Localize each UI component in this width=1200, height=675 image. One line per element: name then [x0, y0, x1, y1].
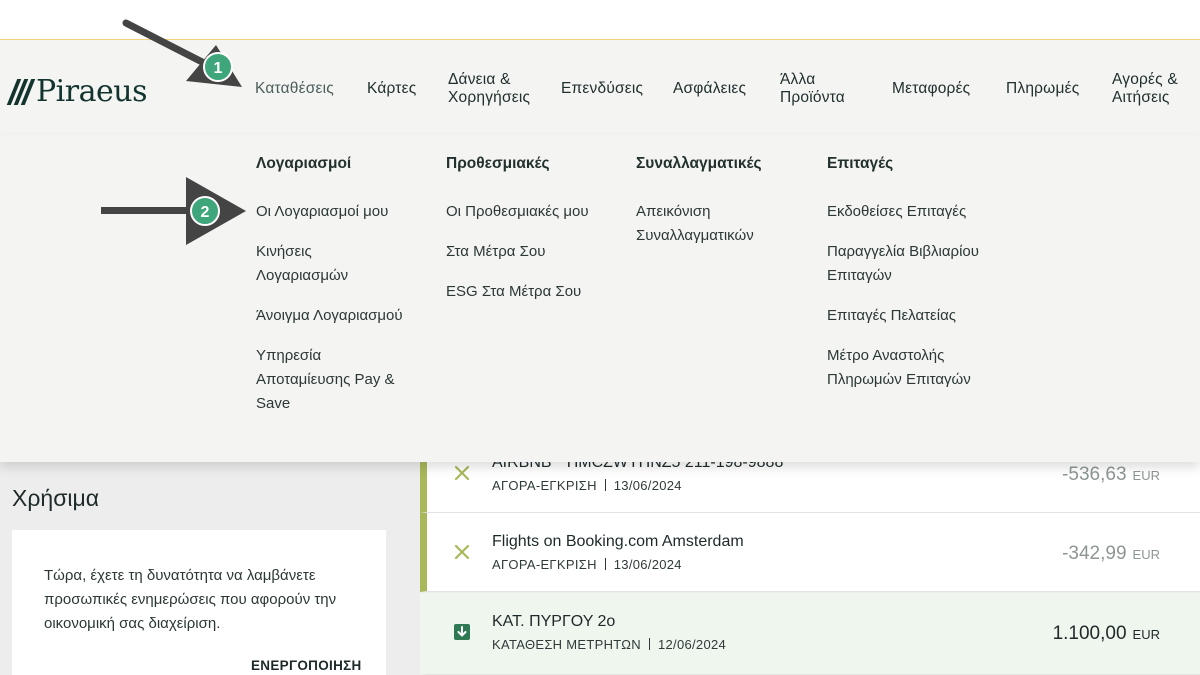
amount-value: 1.100,00	[1052, 623, 1127, 644]
useful-section-title: Χρήσιμα	[12, 485, 100, 511]
transaction-type: ΑΓΟΡΑ-ΕΓΚΡΙΣΗ	[492, 478, 597, 493]
menu-link-account-movements[interactable]: Κινήσεις Λογαριασμών	[256, 240, 376, 288]
nav-item-deposits[interactable]: Καταθέσεις	[255, 80, 334, 98]
annotation-arrow-1	[122, 19, 242, 87]
personal-updates-card: Τώρα, έχετε τη δυνατότητα να λαμβάνετε π…	[12, 530, 386, 675]
amount-currency: EUR	[1132, 547, 1160, 562]
nav-item-investments[interactable]: Επενδύσεις	[561, 80, 643, 98]
deposit-icon	[454, 624, 470, 640]
menu-link-my-time-deposits[interactable]: Οι Προθεσμιακές μου	[446, 200, 626, 224]
menu-link-customer-cheques[interactable]: Επιταγές Πελατείας	[827, 304, 1027, 328]
menu-column-bills: Συναλλαγματικές Απεικόνιση Συναλλαγματικ…	[636, 155, 816, 264]
menu-heading-time-deposits: Προθεσμιακές	[446, 155, 550, 172]
fork-knife-icon	[454, 465, 470, 481]
menu-column-time-deposits: Προθεσμιακές Οι Προθεσμιακές μου Στα Μέτ…	[446, 155, 626, 320]
menu-heading-accounts: Λογαριασμοί	[256, 155, 352, 172]
step-1-badge: 1	[203, 52, 233, 82]
personal-updates-text: Τώρα, έχετε τη δυνατότητα να λαμβάνετε π…	[44, 567, 337, 632]
transaction-amount: 1.100,00 EUR	[1053, 623, 1160, 645]
amount-currency: EUR	[1132, 468, 1160, 483]
transaction-row[interactable]: ΚΑΤ. ΠΥΡΓΟΥ 2ο ΚΑΤΑΘΕΣΗ ΜΕΤΡΗΤΩΝ 12/06/20…	[420, 593, 1200, 675]
transaction-type: ΚΑΤΑΘΕΣΗ ΜΕΤΡΗΤΩΝ	[492, 637, 641, 652]
menu-link-tailored[interactable]: Στα Μέτρα Σου	[446, 240, 626, 264]
menu-link-esg-tailored[interactable]: ESG Στα Μέτρα Σου	[446, 280, 626, 304]
annotation-arrow-2	[101, 177, 246, 245]
fork-knife-icon	[454, 544, 470, 560]
nav-item-purchases-applications[interactable]: Αγορές & Αιτήσεις	[1112, 71, 1192, 107]
transaction-amount: -342,99 EUR	[1062, 543, 1160, 565]
menu-link-issued-cheques[interactable]: Εκδοθείσες Επιταγές	[827, 200, 1027, 224]
activate-button[interactable]: ΕΝΕΡΓΟΠΟΙΗΣΗ	[251, 658, 362, 673]
nav-item-cards[interactable]: Κάρτες	[367, 80, 416, 98]
menu-link-cheque-suspension[interactable]: Μέτρο Αναστολής Πληρωμών Επιταγών	[827, 344, 997, 392]
amount-value: -536,63	[1062, 464, 1127, 485]
menu-heading-bills: Συναλλαγματικές	[636, 155, 762, 172]
transaction-date: 12/06/2024	[657, 637, 727, 652]
menu-link-open-account[interactable]: Άνοιγμα Λογαριασμού	[256, 304, 436, 328]
nav-item-transfers[interactable]: Μεταφορές	[892, 80, 970, 98]
menu-link-my-accounts[interactable]: Οι Λογαριασμοί μου	[256, 200, 436, 224]
amount-value: -342,99	[1062, 543, 1127, 564]
transaction-title: ΚΑΤ. ΠΥΡΓΟΥ 2ο	[492, 613, 616, 630]
menu-heading-cheques: Επιταγές	[827, 155, 894, 172]
nav-item-insurance[interactable]: Ασφάλειες	[673, 80, 746, 98]
transaction-meta: ΚΑΤΑΘΕΣΗ ΜΕΤΡΗΤΩΝ 12/06/2024	[492, 637, 726, 652]
transaction-date: 13/06/2024	[613, 478, 682, 493]
nav-item-payments[interactable]: Πληρωμές	[1006, 80, 1079, 98]
menu-link-view-bills[interactable]: Απεικόνιση Συναλλαγματικών	[636, 200, 786, 248]
nav-item-other-products[interactable]: Άλλα Προϊόντα	[780, 71, 860, 107]
transaction-type: ΑΓΟΡΑ-ΕΓΚΡΙΣΗ	[492, 557, 597, 572]
menu-link-order-chequebook[interactable]: Παραγγελία Βιβλιαρίου Επιταγών	[827, 240, 987, 288]
step-2-badge: 2	[190, 196, 220, 226]
transaction-meta: ΑΓΟΡΑ-ΕΓΚΡΙΣΗ 13/06/2024	[492, 557, 682, 572]
transaction-meta: ΑΓΟΡΑ-ΕΓΚΡΙΣΗ 13/06/2024	[492, 478, 682, 493]
menu-column-cheques: Επιταγές Εκδοθείσες Επιταγές Παραγγελία …	[827, 155, 1027, 408]
transaction-amount: -536,63 EUR	[1062, 464, 1160, 486]
menu-column-accounts: Λογαριασμοί Οι Λογαριασμοί μου Κινήσεις …	[256, 155, 436, 432]
transaction-title: Flights on Booking.com Amsterdam	[492, 533, 744, 550]
nav-item-loans[interactable]: Δάνεια & Χορηγήσεις	[448, 71, 548, 107]
amount-currency: EUR	[1132, 627, 1160, 642]
menu-link-pay-and-save[interactable]: Υπηρεσία Αποταμίευσης Pay & Save	[256, 344, 416, 416]
transaction-row[interactable]: Flights on Booking.com Amsterdam ΑΓΟΡΑ-Ε…	[420, 513, 1200, 592]
transaction-date: 13/06/2024	[613, 557, 682, 572]
